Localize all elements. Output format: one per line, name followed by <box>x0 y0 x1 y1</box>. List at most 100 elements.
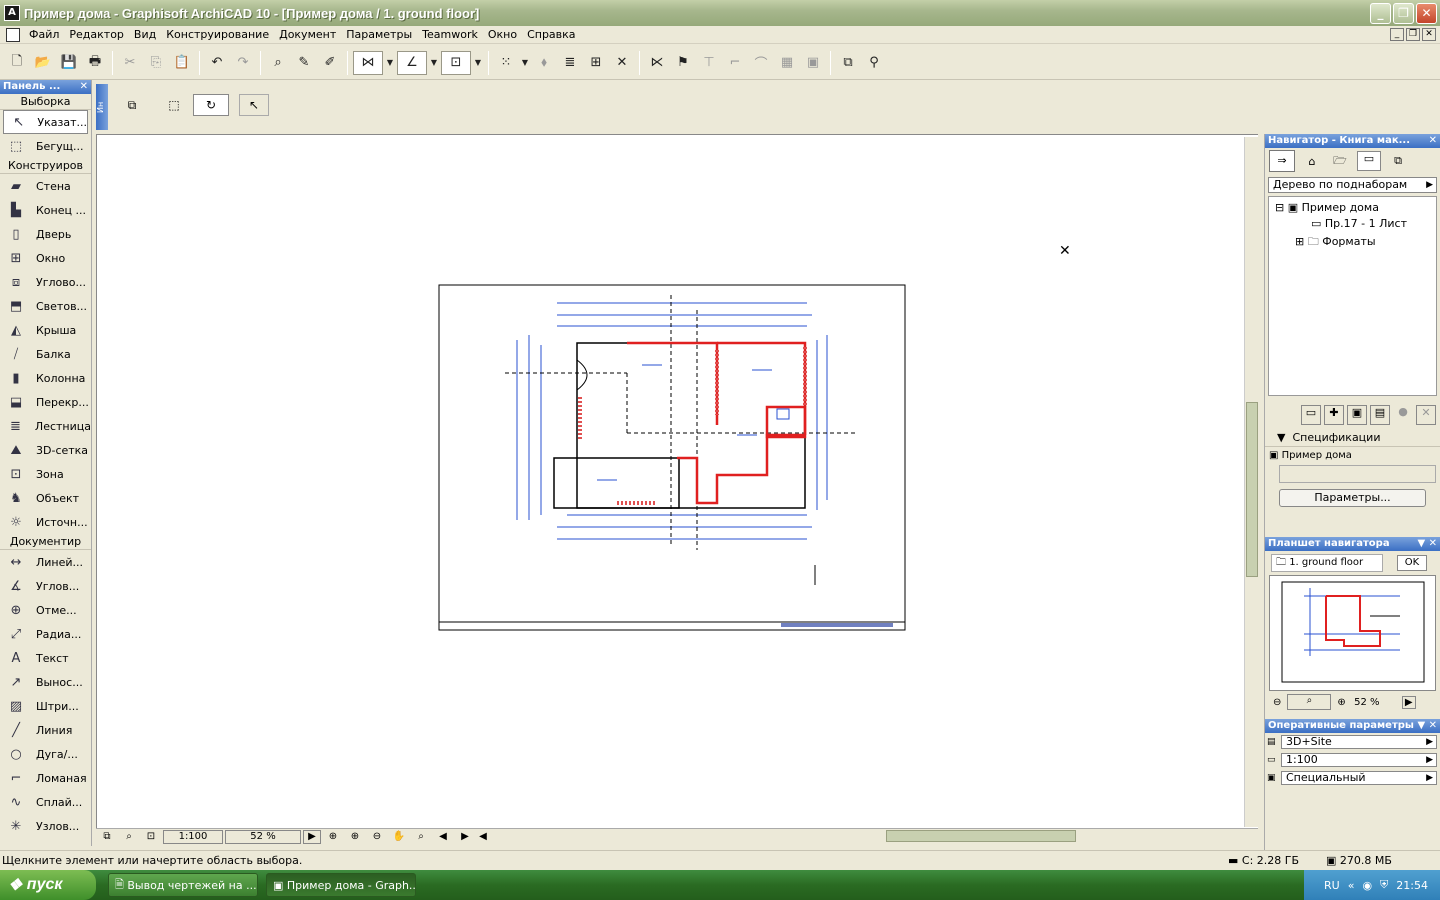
new-subset-icon[interactable]: ▤ <box>1370 405 1390 425</box>
intersect-icon[interactable]: ⋉ <box>645 51 669 75</box>
gravity-dropdown-icon[interactable]: ▼ <box>385 51 395 75</box>
nav-preview-close-icon[interactable]: ▼ ✕ <box>1417 537 1437 551</box>
pan-icon[interactable]: ✋ <box>389 830 409 844</box>
arrow-pointer-icon[interactable]: ↖ <box>239 94 269 116</box>
minimize-button[interactable]: _ <box>1370 3 1391 24</box>
navigator-header[interactable]: Навигатор - Книга мак... ✕ <box>1265 134 1440 148</box>
tool-column[interactable]: ▮ Колонна <box>0 366 91 390</box>
tree-item-project[interactable]: ⊟ ▣ Пример дома <box>1269 201 1436 217</box>
close-button[interactable]: ✕ <box>1416 3 1437 24</box>
view-map-icon[interactable]: 🗁 <box>1329 152 1351 171</box>
gravity-icon[interactable]: ⋈ <box>353 50 383 75</box>
navigator-view-select[interactable]: Дерево по поднаборам ▶ <box>1268 177 1437 193</box>
layout-book-icon[interactable]: ▭ <box>1357 151 1381 171</box>
horizontal-scroll-thumb[interactable] <box>886 830 1076 842</box>
spec-row[interactable]: ▼ Спецификации <box>1265 427 1440 447</box>
tool-angle-dimension[interactable]: ∡ Углов... <box>0 574 91 598</box>
project-map-icon[interactable]: ⌂ <box>1301 155 1323 168</box>
section-icon[interactable]: ⊞ <box>584 51 608 75</box>
pick-method-icon[interactable]: ↻ <box>193 94 229 116</box>
fit-zoom-icon[interactable]: ⌕ <box>1287 694 1332 710</box>
tool-slab[interactable]: ⬓ Перекр... <box>0 390 91 414</box>
tool-skylight[interactable]: ⬒ Светов... <box>0 294 91 318</box>
expand-icon[interactable]: ⊞ <box>1295 235 1304 248</box>
previous-zoom-icon[interactable]: ◀ <box>433 830 453 844</box>
tray-expand-icon[interactable]: « <box>1348 879 1355 892</box>
select-section-label[interactable]: Выборка <box>0 94 91 110</box>
zoom-out-icon[interactable]: ⊖ <box>1273 697 1281 708</box>
grid-snap-icon[interactable]: ⁙ <box>494 51 518 75</box>
offset-icon[interactable]: ⧉ <box>836 51 860 75</box>
nav-preview-ok-button[interactable]: OK <box>1397 555 1427 571</box>
horizontal-scrollbar[interactable] <box>596 830 1338 844</box>
redo-icon[interactable]: ↷ <box>231 51 255 75</box>
settings-disabled-icon[interactable]: ● <box>1393 405 1413 425</box>
layer-combo-icon[interactable]: ⧉ <box>97 830 117 844</box>
start-button[interactable]: ❖ пуск <box>0 870 96 900</box>
new-file-icon[interactable]: 🗋 <box>5 51 29 75</box>
vertical-scroll-thumb[interactable] <box>1246 402 1258 577</box>
zoom-field[interactable]: 52 % <box>225 829 301 844</box>
parameters-button[interactable]: Параметры... <box>1279 489 1426 507</box>
clone-icon[interactable]: ▣ <box>1347 405 1367 425</box>
zoom-in-icon[interactable]: ⊕ <box>345 830 365 844</box>
fit-icon[interactable]: ⊡ <box>141 830 161 844</box>
zoom-in-area-icon[interactable]: ⊕ <box>323 830 343 844</box>
quick-option-pen-set[interactable]: Специальный ▶ <box>1281 771 1437 785</box>
doc-minimize-button[interactable]: _ <box>1390 28 1404 41</box>
delete-icon[interactable]: ✕ <box>610 51 634 75</box>
floor-plan-canvas[interactable]: ✕ <box>96 134 1258 828</box>
tool-spline[interactable]: ∿ Сплай... <box>0 790 91 814</box>
tool-text[interactable]: A Текст <box>0 646 91 670</box>
zoom-out-icon[interactable]: ⊖ <box>367 830 387 844</box>
tool-label[interactable]: ↗ Вынос... <box>0 670 91 694</box>
quick-option-scale[interactable]: 1:100 ▶ <box>1281 753 1437 767</box>
tool-linear-dimension[interactable]: ↔ Линей... <box>0 550 91 574</box>
navigator-mode-icon[interactable]: ⇒ <box>1269 150 1295 172</box>
magic-wand-icon[interactable]: ⚲ <box>862 51 886 75</box>
group-icon[interactable]: ▣ <box>801 51 825 75</box>
nav-preview-view-field[interactable]: 🗀 1. ground floor <box>1271 554 1383 572</box>
copy-icon[interactable]: ⎘ <box>144 51 168 75</box>
tool-zone[interactable]: ⊡ Зона <box>0 462 91 486</box>
delete-icon[interactable]: ✕ <box>1416 405 1436 425</box>
tool-stair[interactable]: ≣ Лестница <box>0 414 91 438</box>
tool-window[interactable]: ⊞ Окно <box>0 246 91 270</box>
undo-icon[interactable]: ↶ <box>205 51 229 75</box>
tool-beam[interactable]: ⧸ Балка <box>0 342 91 366</box>
nav-preview-menu-icon[interactable]: ▶ <box>1401 695 1416 709</box>
grid-dropdown-icon[interactable]: ▼ <box>520 51 530 75</box>
nav-preview-thumbnail[interactable] <box>1269 575 1436 691</box>
toolbox-close-icon[interactable]: ✕ <box>80 80 88 94</box>
network-icon[interactable]: ◉ <box>1362 879 1372 892</box>
menu-help[interactable]: Справка <box>522 26 580 44</box>
toolbox-header[interactable]: Панель ... ✕ <box>0 80 91 94</box>
tool-object[interactable]: ♞ Объект <box>0 486 91 510</box>
navigator-close-icon[interactable]: ✕ <box>1429 134 1437 148</box>
tool-polyline[interactable]: ⌐ Ломаная <box>0 766 91 790</box>
next-zoom-icon[interactable]: ▶ <box>455 830 475 844</box>
layer-icon[interactable]: ⬧ <box>532 51 556 75</box>
open-file-icon[interactable]: 📂 <box>31 51 55 75</box>
tool-door[interactable]: ▯ Дверь <box>0 222 91 246</box>
publisher-icon[interactable]: ⧉ <box>1387 154 1409 168</box>
tool-arc[interactable]: ○ Дуга/... <box>0 742 91 766</box>
tool-wall[interactable]: ▰ Стена <box>0 174 91 198</box>
constraint-icon[interactable]: ∠ <box>397 50 427 75</box>
snap-dropdown-icon[interactable]: ▼ <box>473 51 483 75</box>
find-select-icon[interactable]: ⌕ <box>266 51 290 75</box>
task-button-word[interactable]: 🗎 Вывод чертежей на ... <box>108 873 258 897</box>
tool-wall-end[interactable]: ▙ Конец ... <box>0 198 91 222</box>
menu-edit[interactable]: Редактор <box>64 26 129 44</box>
tool-corner-window[interactable]: ⧈ Углово... <box>0 270 91 294</box>
spec-empty-field[interactable] <box>1279 465 1436 483</box>
tool-lamp[interactable]: ☼ Источн... <box>0 510 91 534</box>
doc-close-button[interactable]: ✕ <box>1422 28 1436 41</box>
restore-button[interactable]: ❐ <box>1393 3 1414 24</box>
tool-mesh[interactable]: ⛰ 3D-сетка <box>0 438 91 462</box>
document-icon[interactable] <box>6 27 20 42</box>
zoom-in-icon[interactable]: ⊕ <box>1337 697 1345 708</box>
adjust-icon[interactable]: ⊤ <box>697 51 721 75</box>
archicad-app-icon[interactable]: A <box>4 5 20 21</box>
menu-teamwork[interactable]: Teamwork <box>417 26 483 44</box>
